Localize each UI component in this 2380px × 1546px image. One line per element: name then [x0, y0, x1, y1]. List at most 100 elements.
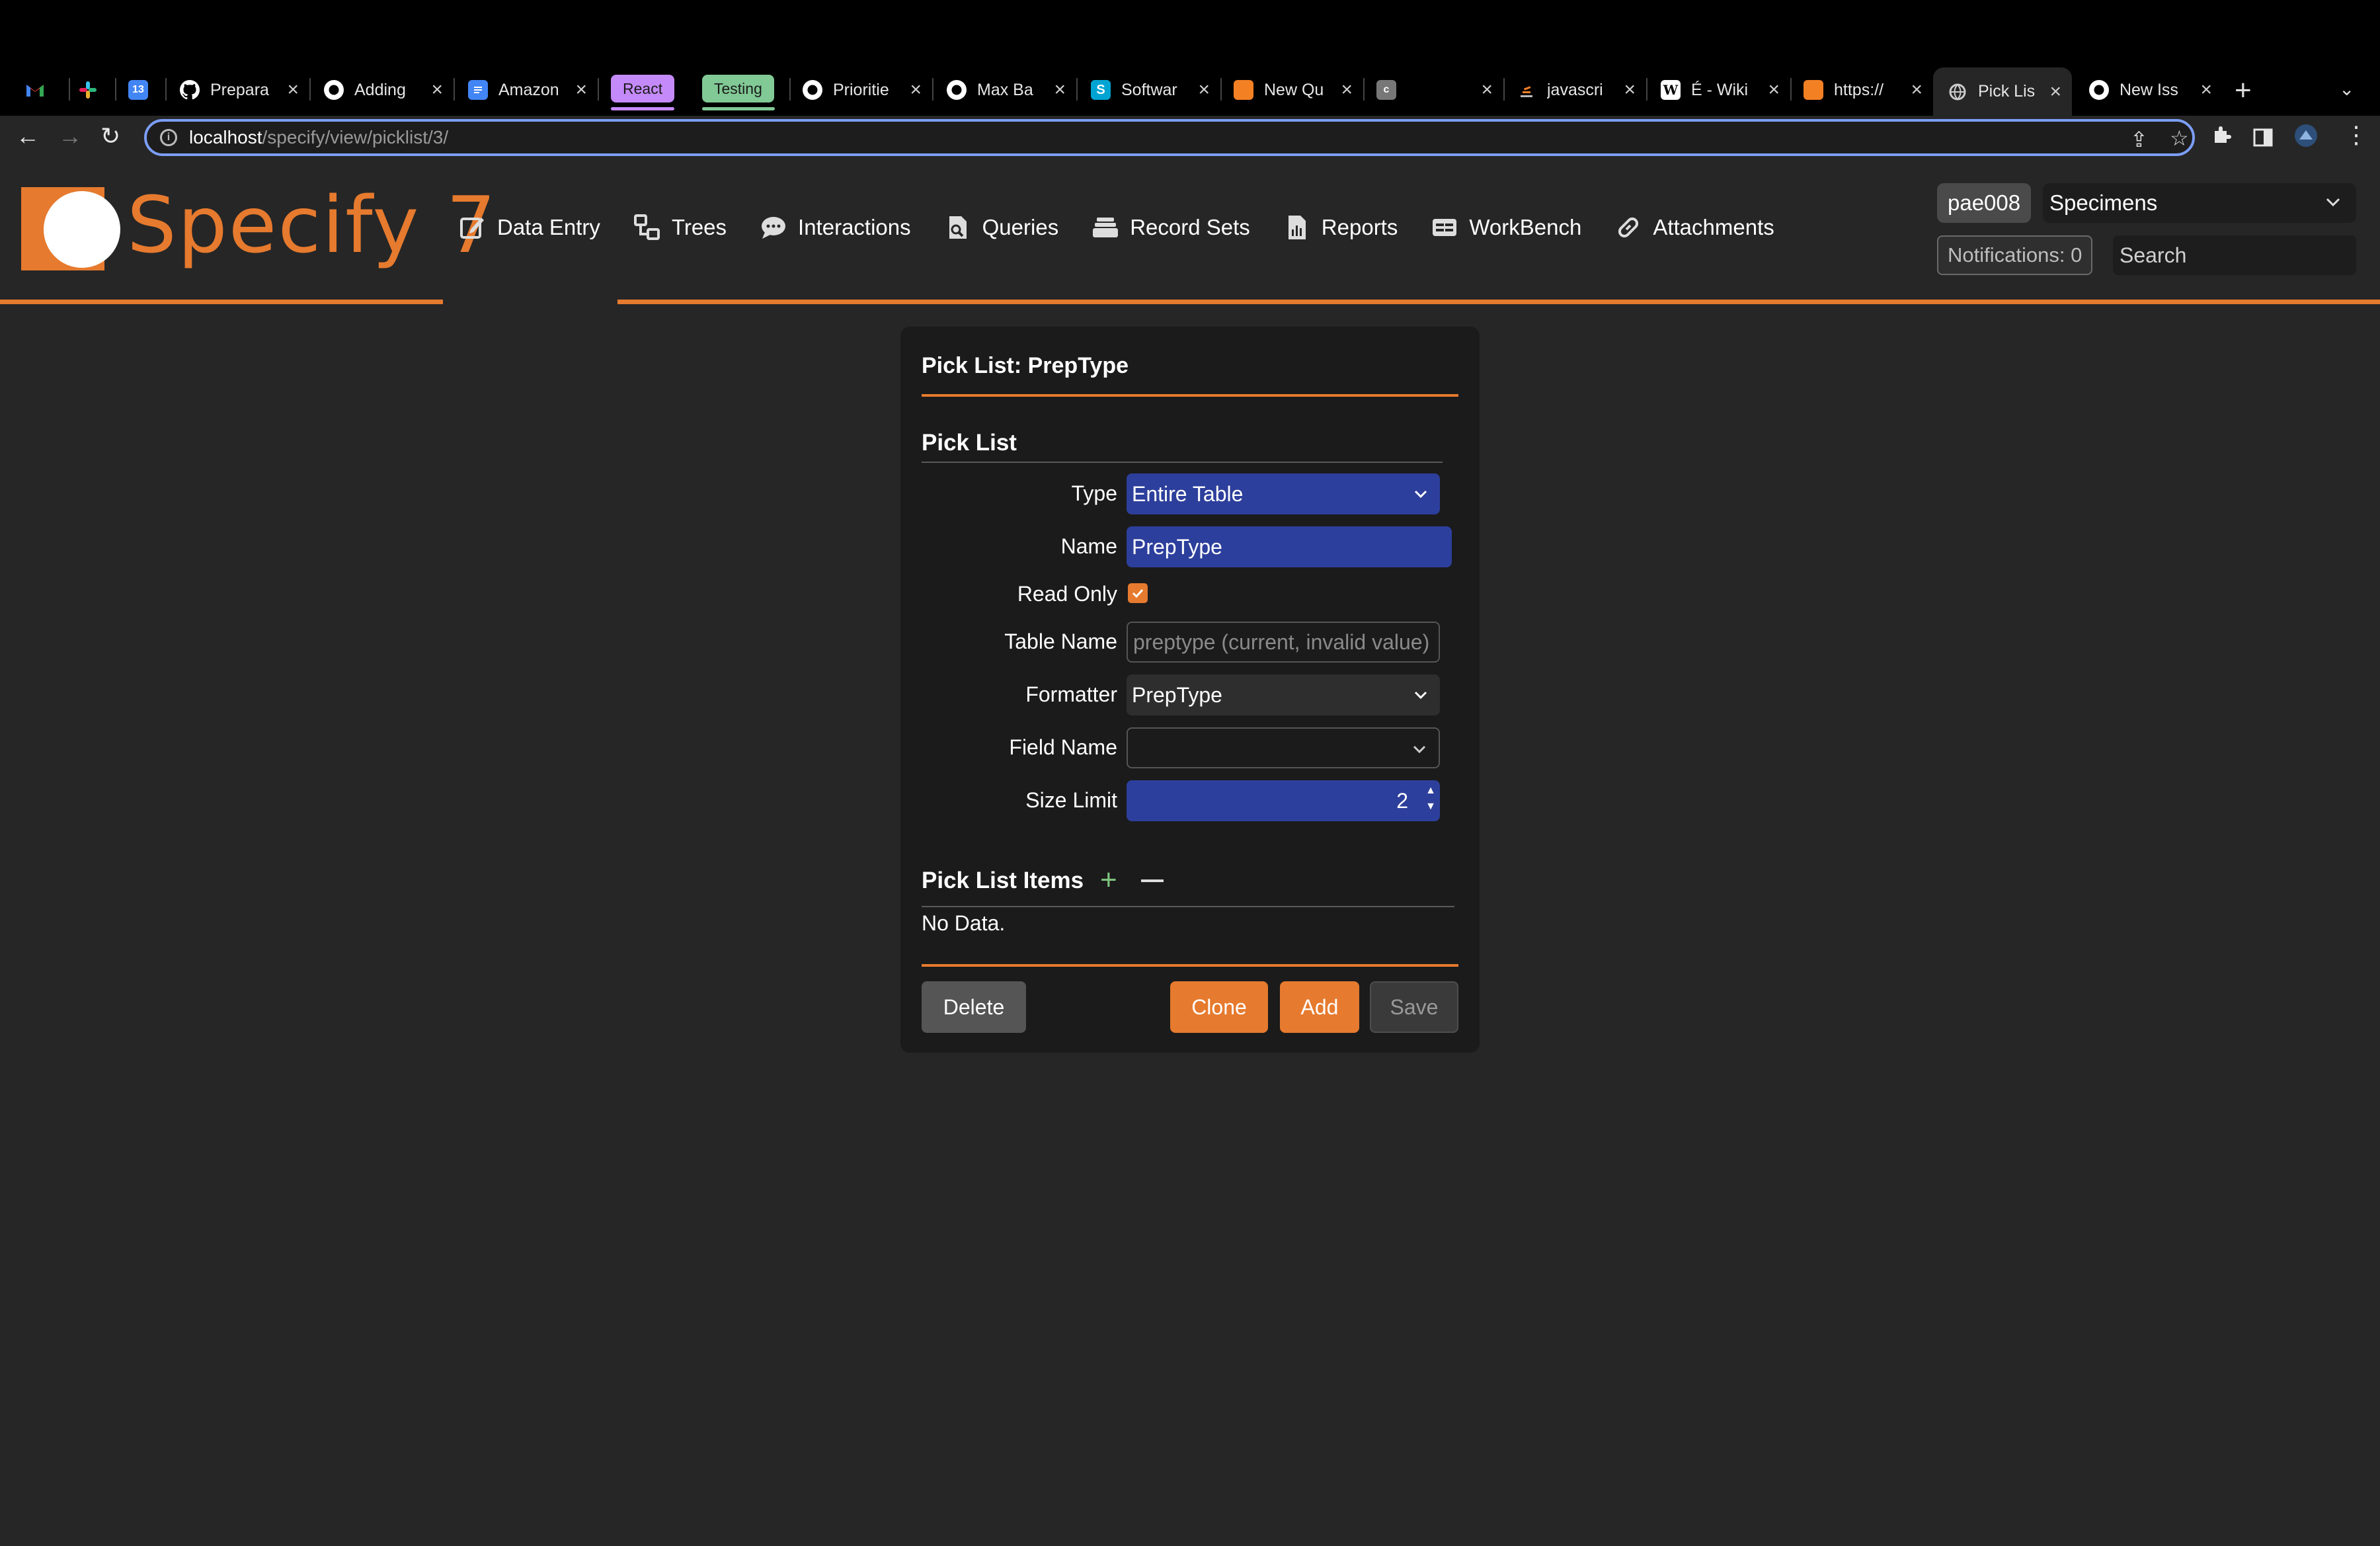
field-name-select[interactable]	[1127, 727, 1440, 768]
report-icon	[1288, 216, 1306, 239]
bookmark-star-icon[interactable]: ☆	[2170, 126, 2189, 151]
forward-icon[interactable]: →	[58, 122, 82, 150]
remove-item-icon[interactable]	[1141, 879, 1164, 882]
active-menu-indicator	[443, 299, 617, 305]
tab-software[interactable]: S Softwar ×	[1091, 71, 1210, 108]
tab-c[interactable]: c ×	[1376, 71, 1493, 108]
tab-github-maxba[interactable]: Max Ba ×	[947, 71, 1066, 108]
close-tab-icon[interactable]: ×	[575, 79, 587, 101]
tab-github-adding[interactable]: Adding ×	[324, 71, 443, 108]
tab-pick-list[interactable]: Pick Lis ×	[1933, 67, 2072, 116]
add-button[interactable]: Add	[1280, 981, 1359, 1033]
close-tab-icon[interactable]: ×	[1198, 79, 1210, 101]
name-input[interactable]: PrepType	[1127, 526, 1452, 567]
close-tab-icon[interactable]: ×	[1341, 79, 1353, 101]
menu-queries[interactable]: Queries	[944, 214, 1058, 241]
size-limit-input[interactable]: 2 ▲ ▼	[1127, 780, 1440, 821]
close-tab-icon[interactable]: ×	[2200, 79, 2212, 101]
delete-button[interactable]: Delete	[922, 981, 1026, 1033]
save-button[interactable]: Save	[1370, 981, 1458, 1033]
specify-logo[interactable]: Specify 7	[21, 179, 496, 270]
menu-workbench[interactable]: WorkBench	[1431, 214, 1581, 241]
tab-github-prepara[interactable]: Prepara ×	[180, 71, 299, 108]
profile-avatar-icon[interactable]	[2294, 124, 2318, 153]
tab-new-issue[interactable]: New Iss ×	[2089, 71, 2212, 108]
share-icon[interactable]: ⇪	[2130, 127, 2148, 152]
notifications-button[interactable]: Notifications: 0	[1937, 235, 2093, 275]
query-icon	[949, 216, 967, 239]
stackoverflow-icon	[1234, 80, 1253, 100]
search-input[interactable]: Search	[2113, 235, 2356, 275]
github-icon	[2089, 80, 2109, 100]
wikipedia-icon: W	[1661, 80, 1681, 100]
clone-button[interactable]: Clone	[1170, 981, 1268, 1033]
number-stepper[interactable]: ▲ ▼	[1425, 783, 1436, 815]
extensions-icon[interactable]	[2211, 124, 2232, 151]
table-name-select[interactable]: preptype (current, invalid value)	[1127, 622, 1440, 663]
close-tab-icon[interactable]: ×	[431, 79, 443, 101]
tree-icon	[633, 214, 660, 240]
menu-interactions[interactable]: Interactions	[760, 214, 911, 241]
back-icon[interactable]: ←	[16, 122, 40, 150]
chevron-down-icon	[1414, 691, 1427, 700]
menu-trees[interactable]: Trees	[633, 214, 727, 241]
browser-menu-icon[interactable]: ⋮	[2344, 121, 2368, 149]
main-menu: Data Entry Trees Interactions Queries Re…	[459, 214, 1807, 241]
calendar-icon: 13	[128, 80, 148, 100]
new-tab-icon[interactable]: +	[2235, 74, 2252, 107]
browser-tab-strip: 13 Prepara × Adding × Amazon × React Tes…	[0, 0, 2380, 116]
menu-data-entry[interactable]: Data Entry	[459, 214, 600, 241]
close-tab-icon[interactable]: ×	[1768, 79, 1780, 101]
tab-new-question[interactable]: New Qu ×	[1234, 71, 1353, 108]
close-tab-icon[interactable]: ×	[1911, 79, 1923, 101]
section-title: Pick List	[922, 430, 1017, 456]
stepper-up-icon[interactable]: ▲	[1425, 783, 1436, 799]
add-item-icon[interactable]: +	[1100, 864, 1117, 897]
items-section-title: Pick List Items	[922, 868, 1084, 893]
tab-https[interactable]: https:// ×	[1804, 71, 1923, 108]
stackoverflow-icon	[1804, 80, 1823, 100]
stepper-down-icon[interactable]: ▼	[1425, 799, 1436, 815]
chevron-down-icon	[1413, 745, 1426, 754]
close-tab-icon[interactable]: ×	[1624, 79, 1636, 101]
formatter-select[interactable]: PrepType	[1127, 674, 1440, 715]
github-icon	[324, 80, 344, 100]
menu-reports[interactable]: Reports	[1283, 214, 1398, 241]
size-limit-label: Size Limit	[1025, 788, 1117, 812]
side-panel-icon[interactable]	[2253, 125, 2273, 153]
tab-group-react[interactable]: React	[611, 75, 675, 102]
close-tab-icon[interactable]: ×	[1481, 79, 1493, 101]
browser-toolbar: ← → ↻ i localhost/specify/view/picklist/…	[0, 116, 2380, 162]
tab-slack[interactable]	[78, 71, 98, 108]
stackoverflow-icon	[1517, 80, 1536, 100]
reload-icon[interactable]: ↻	[100, 122, 120, 150]
tab-gmail[interactable]	[25, 71, 45, 108]
tab-wikipedia[interactable]: W É - Wiki ×	[1661, 71, 1780, 108]
tab-github-priorities[interactable]: Prioritie ×	[803, 71, 922, 108]
tab-javascript[interactable]: javascri ×	[1517, 71, 1636, 108]
type-select[interactable]: Entire Table	[1127, 473, 1440, 514]
close-tab-icon[interactable]: ×	[1054, 79, 1066, 101]
c-icon: c	[1376, 80, 1396, 100]
collection-select[interactable]: Specimens	[2043, 183, 2356, 223]
close-tab-icon[interactable]: ×	[910, 79, 922, 101]
app-header: Specify 7 Data Entry Trees Interactions …	[0, 162, 2380, 300]
tab-docs-amazon[interactable]: Amazon ×	[468, 71, 587, 108]
tab-group-testing[interactable]: Testing	[702, 75, 774, 102]
header-accent-line	[0, 300, 2380, 304]
github-icon	[180, 80, 200, 100]
menu-record-sets[interactable]: Record Sets	[1091, 214, 1250, 241]
tab-calendar[interactable]: 13	[128, 71, 148, 108]
read-only-checkbox[interactable]	[1128, 583, 1148, 603]
menu-attachments[interactable]: Attachments	[1614, 214, 1774, 241]
type-label: Type	[1071, 481, 1117, 505]
user-menu-button[interactable]: pae008	[1937, 183, 2032, 223]
site-info-icon[interactable]: i	[160, 129, 177, 146]
close-tab-icon[interactable]: ×	[2049, 81, 2061, 103]
items-divider	[922, 906, 1454, 907]
github-icon	[803, 80, 822, 100]
close-tab-icon[interactable]: ×	[287, 79, 299, 101]
docs-icon	[468, 80, 488, 100]
address-bar[interactable]: i localhost/specify/view/picklist/3/ ⇪ ☆	[144, 119, 2195, 156]
tab-search-chevron-icon[interactable]: ⌄	[2339, 78, 2354, 100]
